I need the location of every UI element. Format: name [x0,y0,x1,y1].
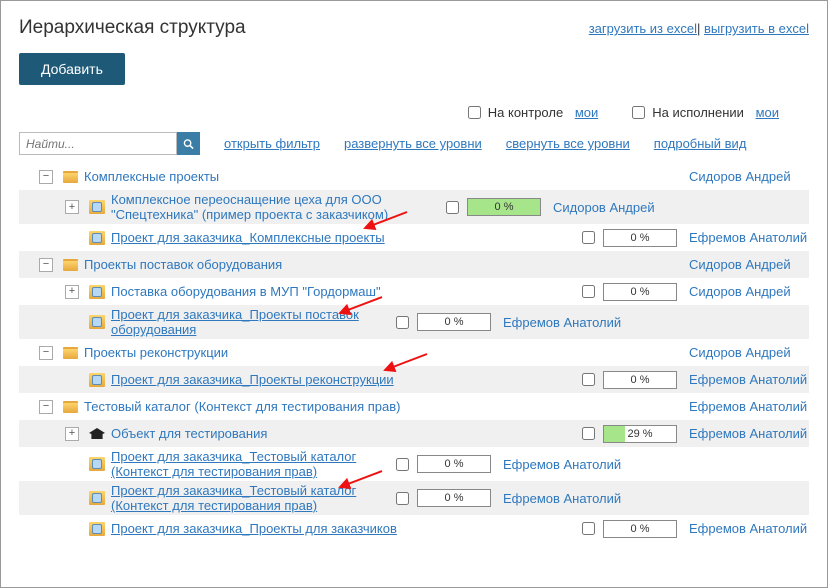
node-link[interactable]: Комплексные проекты [84,169,219,184]
graduation-icon [89,428,105,439]
project-icon [89,491,105,505]
owner-link[interactable]: Сидоров Андрей [553,200,655,215]
node-link[interactable]: Комплексное переоснащение цеха для ООО "… [111,192,388,222]
owner-link[interactable]: Ефремов Анатолий [503,457,621,472]
project-icon [89,200,105,214]
expand-toggle[interactable]: + [65,285,79,299]
expand-toggle[interactable]: + [65,427,79,441]
tree-row: − Тестовый каталог (Контекст для тестиро… [19,393,809,420]
progress-value: 0 % [604,372,676,388]
progress-value: 0 % [468,199,540,215]
tree-row: + Объект для тестирования 29 % Ефремов А… [19,420,809,447]
collapse-toggle[interactable]: − [39,346,53,360]
node-link[interactable]: Проект для заказчика_Тестовый каталог (К… [111,449,356,479]
owner-link[interactable]: Ефремов Анатолий [503,315,621,330]
progress-value: 0 % [604,521,676,537]
tree-row: Проект для заказчика_Проекты реконструкц… [19,366,809,393]
row-checkbox[interactable] [446,201,459,214]
magnifier-icon [183,138,194,150]
owner-link[interactable]: Ефремов Анатолий [689,399,807,414]
page-title: Иерархическая структура [19,17,246,39]
tree-row: − Комплексные проекты Сидоров Андрей [19,163,809,190]
owner-link[interactable]: Ефремов Анатолий [689,230,807,245]
folder-icon [63,171,78,183]
row-checkbox[interactable] [582,522,595,535]
on-execution-my-link[interactable]: мои [756,105,779,120]
folder-icon [63,259,78,271]
collapse-toggle[interactable]: − [39,170,53,184]
node-link[interactable]: Проекты реконструкции [84,345,228,360]
import-excel-link[interactable]: загрузить из excel [589,21,697,36]
add-button[interactable]: Добавить [19,53,125,85]
owner-link[interactable]: Ефремов Анатолий [689,426,807,441]
project-icon [89,522,105,536]
owner-link[interactable]: Сидоров Андрей [689,169,791,184]
progress-value: 29 % [604,426,676,442]
tree-row: − Проекты реконструкции Сидоров Андрей [19,339,809,366]
row-checkbox[interactable] [396,316,409,329]
tree-row: Проект для заказчика_Проекты для заказчи… [19,515,809,542]
on-execution-checkbox[interactable] [632,106,645,119]
tree-row: Проект для заказчика_Тестовый каталог (К… [19,447,809,481]
expand-all-link[interactable]: развернуть все уровни [344,136,482,151]
node-link[interactable]: Объект для тестирования [111,426,267,441]
tree-row: Проект для заказчика_Тестовый каталог (К… [19,481,809,515]
tree-row: Проект для заказчика_Комплексные проекты… [19,224,809,251]
search-button[interactable] [177,132,200,155]
on-control-label: На контроле [488,105,563,120]
project-icon [89,231,105,245]
collapse-toggle[interactable]: − [39,400,53,414]
node-link[interactable]: Тестовый каталог (Контекст для тестирова… [84,399,400,414]
on-execution-label: На исполнении [652,105,744,120]
row-checkbox[interactable] [396,458,409,471]
on-control-checkbox[interactable] [468,106,481,119]
node-link[interactable]: Проект для заказчика_Проекты поставок об… [111,307,359,337]
progress-value: 0 % [418,490,490,506]
node-link[interactable]: Проект для заказчика_Проекты реконструкц… [111,372,394,387]
owner-link[interactable]: Ефремов Анатолий [503,491,621,506]
owner-link[interactable]: Сидоров Андрей [689,257,791,272]
project-icon [89,373,105,387]
search-input[interactable] [19,132,177,155]
progress-value: 0 % [604,284,676,300]
owner-link[interactable]: Сидоров Андрей [689,345,791,360]
detailed-view-link[interactable]: подробный вид [654,136,747,151]
node-link[interactable]: Поставка оборудования в МУП "Гордормаш" [111,284,381,299]
owner-link[interactable]: Сидоров Андрей [689,284,791,299]
node-link[interactable]: Проект для заказчика_Комплексные проекты [111,230,385,245]
owner-link[interactable]: Ефремов Анатолий [689,521,807,536]
row-checkbox[interactable] [396,492,409,505]
folder-icon [63,347,78,359]
project-icon [89,457,105,471]
open-filter-link[interactable]: открыть фильтр [224,136,320,151]
expand-toggle[interactable]: + [65,200,79,214]
tree-row: − Проекты поставок оборудования Сидоров … [19,251,809,278]
project-icon [89,315,105,329]
tree: − Комплексные проекты Сидоров Андрей + К… [19,163,809,542]
owner-link[interactable]: Ефремов Анатолий [689,372,807,387]
collapse-all-link[interactable]: свернуть все уровни [506,136,630,151]
tree-row: Проект для заказчика_Проекты поставок об… [19,305,809,339]
row-checkbox[interactable] [582,427,595,440]
node-link[interactable]: Проект для заказчика_Проекты для заказчи… [111,521,397,536]
progress-value: 0 % [418,314,490,330]
node-link[interactable]: Проекты поставок оборудования [84,257,282,272]
tree-row: + Поставка оборудования в МУП "Гордормаш… [19,278,809,305]
project-icon [89,285,105,299]
on-control-my-link[interactable]: мои [575,105,598,120]
progress-value: 0 % [418,456,490,472]
collapse-toggle[interactable]: − [39,258,53,272]
folder-icon [63,401,78,413]
tree-row: + Комплексное переоснащение цеха для ООО… [19,190,809,224]
progress-value: 0 % [604,230,676,246]
node-link[interactable]: Проект для заказчика_Тестовый каталог (К… [111,483,356,513]
row-checkbox[interactable] [582,231,595,244]
row-checkbox[interactable] [582,373,595,386]
row-checkbox[interactable] [582,285,595,298]
export-excel-link[interactable]: выгрузить в excel [704,21,809,36]
